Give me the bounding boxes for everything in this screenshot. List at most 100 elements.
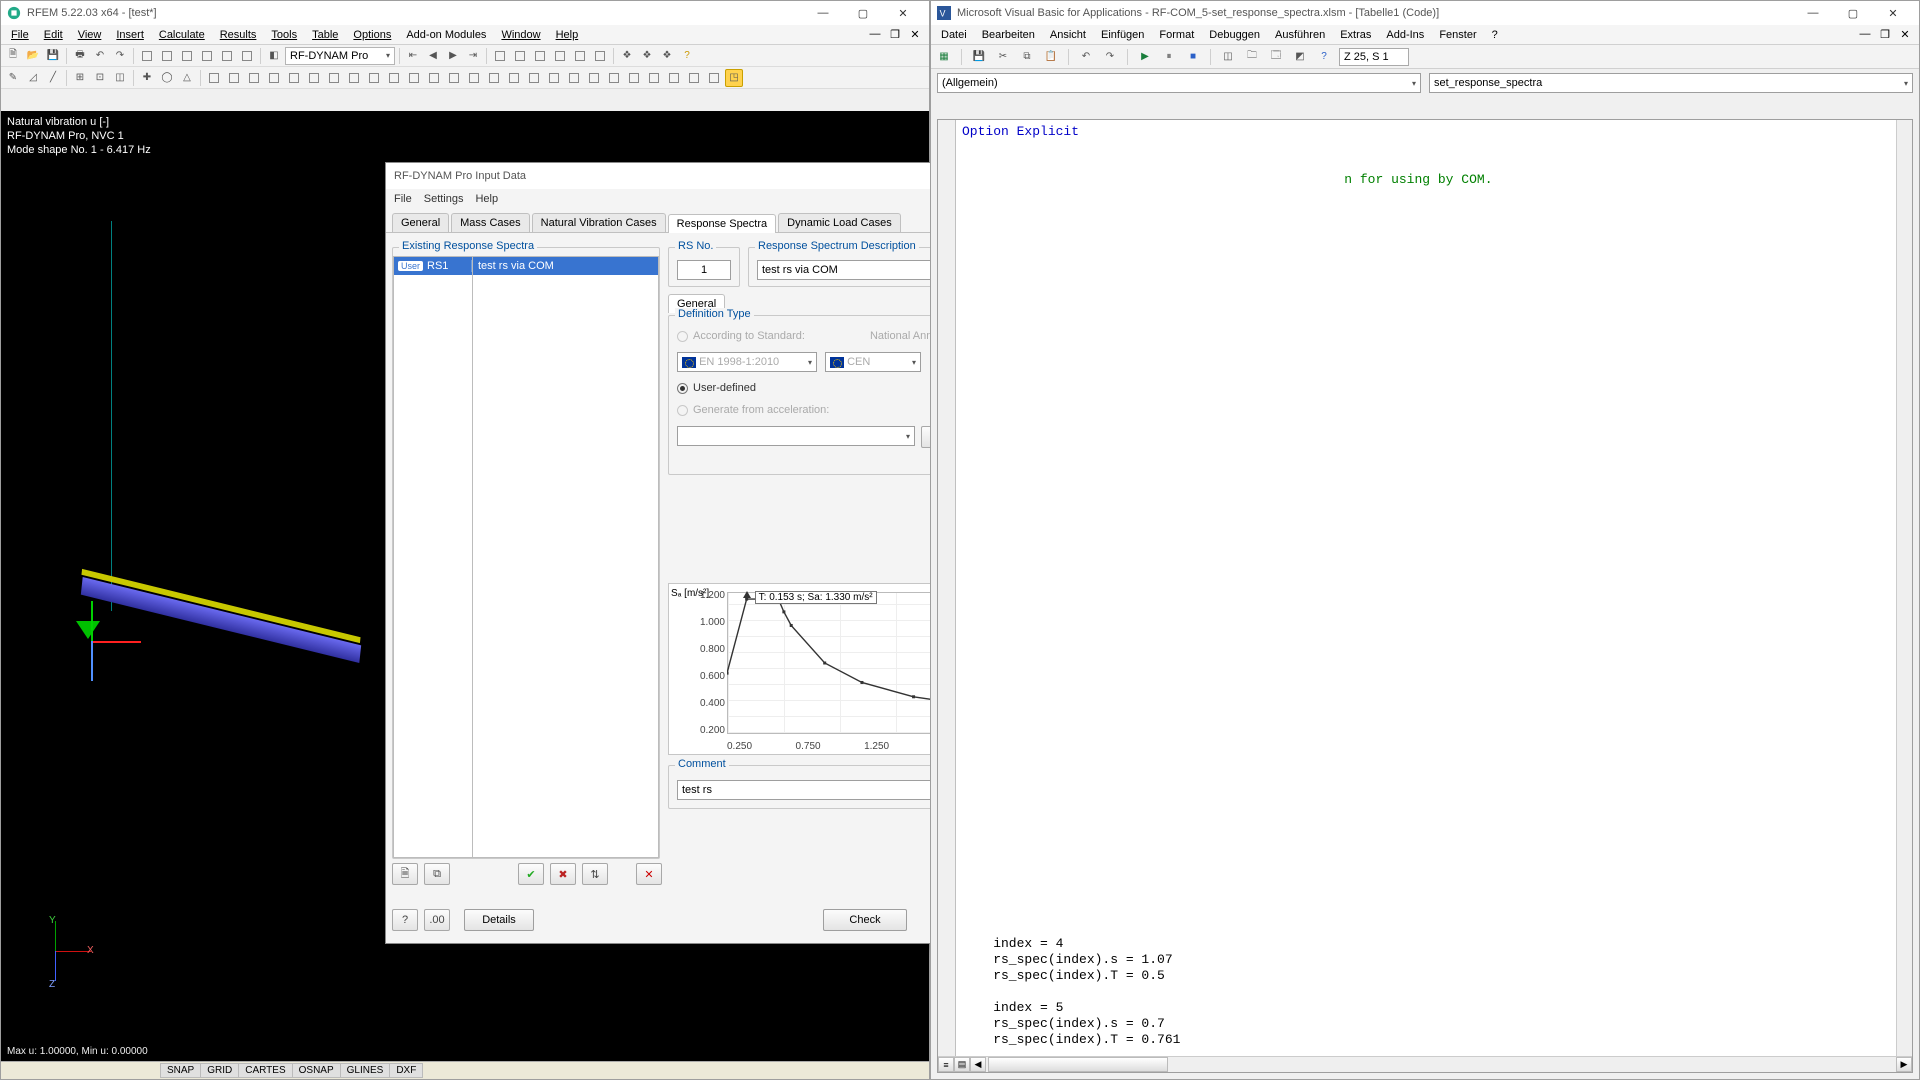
- rfem-close-button[interactable]: ✕: [883, 2, 923, 24]
- module-dropdown[interactable]: RF-DYNAM Pro▾: [285, 47, 395, 65]
- menu-results[interactable]: Results: [214, 27, 263, 43]
- tb-generic-icon[interactable]: [305, 69, 323, 87]
- vba-break-icon[interactable]: ⏸: [1160, 48, 1178, 66]
- vba-copy-icon[interactable]: ⧉: [1018, 48, 1036, 66]
- tb-generic-icon[interactable]: [245, 69, 263, 87]
- vba-project-icon[interactable]: 🗀: [1243, 48, 1261, 66]
- vmenu-fenster[interactable]: Fenster: [1433, 27, 1482, 43]
- menu-calculate[interactable]: Calculate: [153, 27, 211, 43]
- vmenu-einfuegen[interactable]: Einfügen: [1095, 27, 1150, 43]
- hscroll-mode1[interactable]: ≡: [938, 1057, 954, 1072]
- vba-redo-icon[interactable]: ↷: [1101, 48, 1119, 66]
- tb-open-icon[interactable]: 📂: [24, 47, 42, 65]
- menu-table[interactable]: Table: [306, 27, 344, 43]
- tb-generic-icon[interactable]: ◳: [725, 69, 743, 87]
- tb-generic-icon[interactable]: [325, 69, 343, 87]
- status-osnap[interactable]: OSNAP: [292, 1063, 341, 1078]
- tab-dynamic-load-cases[interactable]: Dynamic Load Cases: [778, 213, 901, 232]
- vba-help-icon[interactable]: ?: [1315, 48, 1333, 66]
- vmenu-datei[interactable]: Datei: [935, 27, 973, 43]
- vmenu-help[interactable]: ?: [1486, 27, 1504, 43]
- tb-generic-icon[interactable]: [218, 47, 236, 65]
- radio-user-defined[interactable]: User-defined: [677, 382, 947, 394]
- dmenu-help[interactable]: Help: [475, 193, 498, 205]
- vmenu-ansicht[interactable]: Ansicht: [1044, 27, 1092, 43]
- uncheck-spectrum-button[interactable]: ✖: [550, 863, 576, 885]
- menu-addon-modules[interactable]: Add-on Modules: [400, 27, 492, 43]
- tb-undo-icon[interactable]: ↶: [91, 47, 109, 65]
- tb-help-icon[interactable]: ?: [678, 47, 696, 65]
- vba-reset-icon[interactable]: ■: [1184, 48, 1202, 66]
- menu-view[interactable]: View: [72, 27, 108, 43]
- rfem-minimize-button[interactable]: —: [803, 2, 843, 24]
- tab-natural-vibration[interactable]: Natural Vibration Cases: [532, 213, 666, 232]
- menu-file[interactable]: File: [5, 27, 35, 43]
- tb-generic-icon[interactable]: ✎: [4, 69, 22, 87]
- vmenu-extras[interactable]: Extras: [1334, 27, 1377, 43]
- tb-generic-icon[interactable]: [645, 69, 663, 87]
- vba-object-icon[interactable]: ◩: [1291, 48, 1309, 66]
- vba-procedure-combo[interactable]: set_response_spectra▾: [1429, 73, 1913, 93]
- tab-mass-cases[interactable]: Mass Cases: [451, 213, 530, 232]
- tb-generic-icon[interactable]: [531, 47, 549, 65]
- tb-generic-icon[interactable]: ╱: [44, 69, 62, 87]
- dmenu-settings[interactable]: Settings: [424, 193, 464, 205]
- tb-generic-icon[interactable]: [525, 69, 543, 87]
- vmenu-ausfuehren[interactable]: Ausführen: [1269, 27, 1331, 43]
- menu-help[interactable]: Help: [550, 27, 585, 43]
- tree-button[interactable]: ⇅: [582, 863, 608, 885]
- vba-save-icon[interactable]: 💾: [970, 48, 988, 66]
- status-snap[interactable]: SNAP: [160, 1063, 201, 1078]
- menu-options[interactable]: Options: [347, 27, 397, 43]
- tab-response-spectra[interactable]: Response Spectra: [668, 214, 777, 233]
- vba-mdi-minimize[interactable]: —: [1855, 28, 1875, 41]
- mdi-minimize[interactable]: —: [865, 28, 885, 41]
- tb-generic-icon[interactable]: [585, 69, 603, 87]
- tb-generic-icon[interactable]: ◯: [158, 69, 176, 87]
- check-button[interactable]: Check: [823, 909, 907, 931]
- tb-generic-icon[interactable]: [178, 47, 196, 65]
- vba-minimize-button[interactable]: —: [1793, 2, 1833, 24]
- tb-generic-icon[interactable]: [565, 69, 583, 87]
- tb-new-icon[interactable]: 🗎: [4, 47, 22, 65]
- tb-generic-icon[interactable]: ❖: [638, 47, 656, 65]
- status-grid[interactable]: GRID: [200, 1063, 239, 1078]
- tb-generic-icon[interactable]: [625, 69, 643, 87]
- tb-generic-icon[interactable]: ⇤: [404, 47, 422, 65]
- spectra-list[interactable]: UserRS1 test rs via COM: [393, 256, 659, 858]
- tb-generic-icon[interactable]: ◿: [24, 69, 42, 87]
- hscroll-right[interactable]: ▶: [1896, 1057, 1912, 1072]
- tb-generic-icon[interactable]: [605, 69, 623, 87]
- tb-generic-icon[interactable]: [158, 47, 176, 65]
- rs-no-input[interactable]: 1: [677, 260, 731, 280]
- tb-generic-icon[interactable]: ❖: [658, 47, 676, 65]
- tb-generic-icon[interactable]: [511, 47, 529, 65]
- tb-generic-icon[interactable]: [445, 69, 463, 87]
- tab-general[interactable]: General: [392, 213, 449, 232]
- status-dxf[interactable]: DXF: [389, 1063, 423, 1078]
- units-button[interactable]: .00: [424, 909, 450, 931]
- vba-code-pane[interactable]: Option Explicit xxxxxxxxxxxxxxxxxxxxxxxx…: [937, 119, 1913, 1073]
- tb-generic-icon[interactable]: [345, 69, 363, 87]
- vba-cut-icon[interactable]: ✂: [994, 48, 1012, 66]
- vba-properties-icon[interactable]: 🗔: [1267, 48, 1285, 66]
- tb-generic-icon[interactable]: [365, 69, 383, 87]
- tb-redo-icon[interactable]: ↷: [111, 47, 129, 65]
- tb-generic-icon[interactable]: [665, 69, 683, 87]
- tb-generic-icon[interactable]: ◀: [424, 47, 442, 65]
- vba-object-combo[interactable]: (Allgemein)▾: [937, 73, 1421, 93]
- orientation-widget[interactable]: X Y Z: [25, 921, 95, 991]
- vmenu-bearbeiten[interactable]: Bearbeiten: [976, 27, 1041, 43]
- rfem-maximize-button[interactable]: ▢: [843, 2, 883, 24]
- check-spectrum-button[interactable]: ✔: [518, 863, 544, 885]
- tb-generic-icon[interactable]: ❖: [618, 47, 636, 65]
- tb-generic-icon[interactable]: [265, 69, 283, 87]
- vba-design-icon[interactable]: ◫: [1219, 48, 1237, 66]
- list-item[interactable]: UserRS1 test rs via COM: [394, 257, 658, 275]
- vba-close-button[interactable]: ✕: [1873, 2, 1913, 24]
- tb-generic-icon[interactable]: [705, 69, 723, 87]
- status-glines[interactable]: GLINES: [340, 1063, 391, 1078]
- tb-generic-icon[interactable]: [571, 47, 589, 65]
- vba-undo-icon[interactable]: ↶: [1077, 48, 1095, 66]
- tb-generic-icon[interactable]: [285, 69, 303, 87]
